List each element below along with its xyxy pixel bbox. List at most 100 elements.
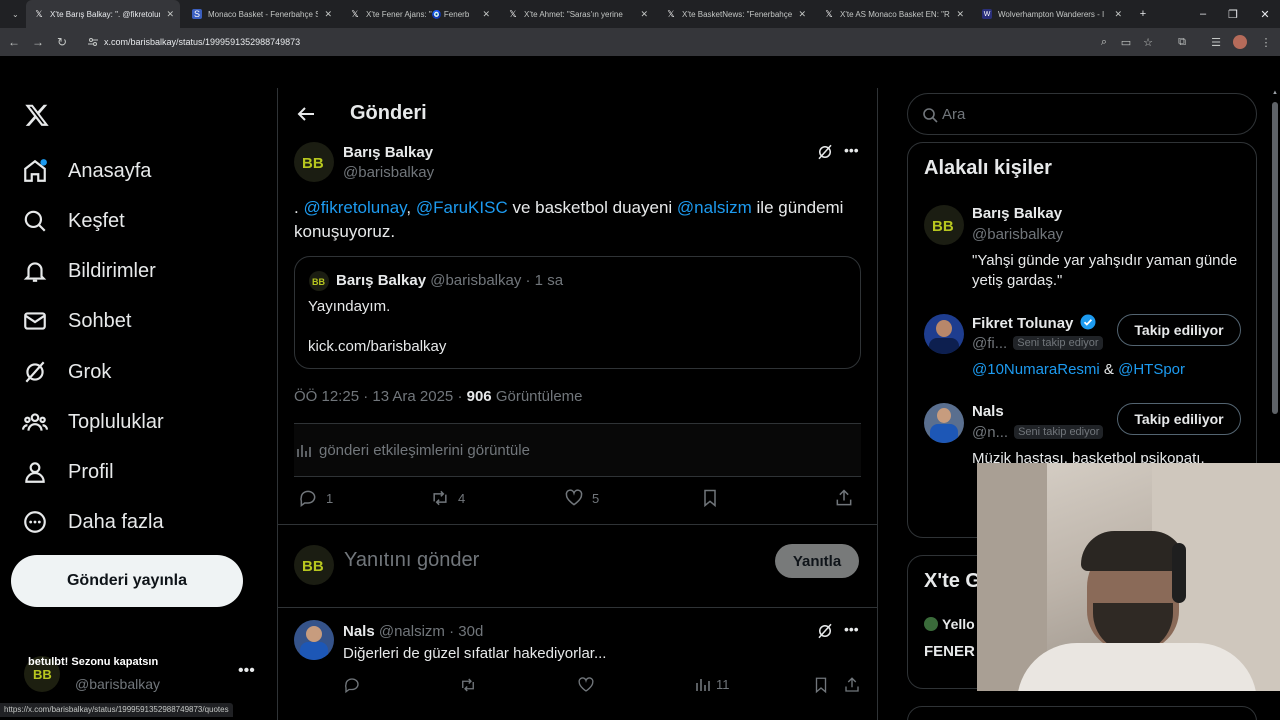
more-dots-icon[interactable]: ••• [844, 621, 859, 637]
bookmark-button[interactable] [700, 488, 728, 508]
browser-tab-5[interactable]: 𝕏 X'te BasketNews: "Fenerbahçe ✕ [658, 0, 812, 28]
tab-close-icon[interactable]: ✕ [798, 9, 806, 20]
browser-tab-6[interactable]: 𝕏 X'te AS Monaco Basket EN: "RE ✕ [816, 0, 970, 28]
person-name[interactable]: Nals [972, 403, 1004, 420]
more-dots-icon[interactable]: ••• [844, 142, 859, 158]
sidebar-item-home[interactable]: Anasayfa [22, 154, 151, 188]
share-icon[interactable] [843, 676, 861, 694]
author-handle[interactable]: @barisbalkay [343, 164, 434, 181]
person-name[interactable]: Fikret Tolunay [972, 314, 1096, 332]
back-arrow-icon[interactable]: ← [6, 34, 22, 50]
browser-tab-7[interactable]: W Wolverhampton Wanderers - I ✕ [974, 0, 1128, 28]
view-engagements-link[interactable]: gönderi etkileşimlerini görüntüle [294, 424, 861, 476]
tab-close-icon[interactable]: ✕ [956, 9, 964, 20]
panel-title: Alakalı kişiler [924, 157, 1052, 179]
reply-tweet[interactable]: Nals @nalsizm · 30d ••• Diğerleri de güz… [278, 608, 877, 720]
mention-link[interactable]: @fikretolunay [303, 198, 406, 217]
related-person[interactable]: Fikret Tolunay @fi... Seni takip ediyor T… [924, 314, 1244, 384]
tab-close-icon[interactable]: ✕ [324, 9, 332, 20]
browser-tab-4[interactable]: 𝕏 X'te Ahmet: "Saras'ın yerine ✕ [500, 0, 654, 28]
back-arrow-icon[interactable] [296, 104, 316, 124]
tab-close-icon[interactable]: ✕ [1114, 9, 1122, 20]
browser-menu-icon[interactable]: ⋮ [1258, 34, 1274, 50]
trend-item[interactable]: Yello [924, 616, 975, 632]
views-button[interactable]: 11 [695, 676, 730, 692]
tab-close-icon[interactable]: ✕ [640, 9, 648, 20]
reply-time[interactable]: · 30d [449, 623, 483, 640]
tab-close-icon[interactable]: ✕ [166, 9, 174, 20]
quoted-tweet[interactable]: BB Barış Balkay @barisbalkay · 1 sa Yayı… [294, 256, 861, 369]
minimize-icon[interactable]: – [1188, 0, 1218, 28]
mention-link[interactable]: @10NumaraResmi [972, 361, 1100, 378]
sidebar-item-explore[interactable]: Keşfet [22, 204, 125, 238]
scroll-up-icon[interactable]: ▲ [1272, 90, 1278, 96]
chevron-down-icon: ⌄ [12, 9, 19, 19]
tab-search-button[interactable]: ⌄ [4, 0, 22, 28]
scroll-thumb[interactable] [1272, 102, 1278, 414]
site-info-icon[interactable] [88, 37, 98, 47]
person-handle[interactable]: @barisbalkay [972, 226, 1063, 243]
more-dots-icon[interactable]: ••• [238, 662, 255, 680]
browser-tab-1[interactable]: 𝕏 X'te Barış Balkay: ". @fikretolunay ✕ [26, 0, 180, 28]
trend-item[interactable]: FENER [924, 643, 975, 660]
sidebar-item-notifications[interactable]: Bildirimler [22, 254, 156, 288]
person-name[interactable]: Barış Balkay [972, 205, 1062, 222]
reply-button[interactable]: 1 [298, 488, 333, 508]
cast-icon[interactable]: ▭ [1118, 34, 1134, 50]
tab-close-icon[interactable]: ✕ [482, 9, 490, 20]
reply-author-name[interactable]: Nals [343, 623, 375, 640]
grok-icon[interactable] [816, 143, 834, 161]
person-handle[interactable]: @n... [972, 424, 1008, 441]
tweet-text: . @fikretolunay, @FaruKISC ve basketbol … [294, 196, 864, 244]
post-button[interactable]: Gönderi yayınla [11, 555, 243, 607]
reply-author-handle[interactable]: @nalsizm [379, 623, 445, 640]
bb-logo-icon: BB [312, 277, 325, 287]
timestamp[interactable]: ÖÖ 12:25 · 13 Ara 2025 · [294, 388, 467, 405]
window-close-icon[interactable]: ✕ [1250, 0, 1280, 28]
author-avatar[interactable]: BB [294, 142, 334, 182]
reply-icon[interactable] [343, 676, 361, 694]
author-name[interactable]: Barış Balkay [343, 144, 433, 161]
repost-button[interactable]: 4 [430, 488, 465, 508]
maximize-icon[interactable]: ❐ [1218, 0, 1248, 28]
reply-submit-button[interactable]: Yanıtla [775, 544, 859, 578]
following-button[interactable]: Takip ediliyor [1117, 314, 1241, 346]
heart-icon[interactable] [577, 676, 595, 694]
grok-icon[interactable] [816, 622, 834, 640]
account-switcher[interactable]: BB betulbt! Sezonu kapatsın @barisbalkay… [22, 652, 262, 702]
search-input[interactable]: Ara [907, 93, 1257, 135]
mention-link[interactable]: @FaruKISC [416, 198, 508, 217]
tab-title: X'te Fener Ajans: "🧿 Fenerb [366, 9, 470, 19]
mention-link[interactable]: @nalsizm [677, 198, 752, 217]
reading-list-icon[interactable]: ☰ [1208, 34, 1224, 50]
bookmark-star-icon[interactable]: ☆ [1140, 34, 1156, 50]
sidebar-item-label: Topluluklar [68, 410, 164, 433]
profile-avatar-icon[interactable] [1232, 34, 1248, 50]
sidebar-item-messages[interactable]: Sohbet [22, 304, 131, 338]
share-button[interactable] [834, 488, 862, 508]
reply-input[interactable]: Yanıtını gönder [344, 549, 479, 572]
sidebar-item-more[interactable]: Daha fazla [22, 505, 164, 539]
forward-arrow-icon[interactable]: → [30, 34, 46, 50]
browser-tab-3[interactable]: 𝕏 X'te Fener Ajans: "🧿 Fenerb ✕ [342, 0, 496, 28]
browser-tab-bar: ⌄ 𝕏 X'te Barış Balkay: ". @fikretolunay … [0, 0, 1280, 28]
related-person[interactable]: BB Barış Balkay @barisbalkay "Yahşi günd… [924, 205, 1244, 295]
person-handle[interactable]: @fi... [972, 335, 1007, 352]
browser-tab-2[interactable]: S Monaco Basket - Fenerbahçe S ✕ [184, 0, 338, 28]
sidebar-item-grok[interactable]: Grok [22, 355, 111, 389]
new-tab-icon[interactable]: + [1128, 0, 1158, 28]
account-handle: @barisbalkay [75, 676, 161, 692]
sidebar-item-communities[interactable]: Topluluklar [22, 405, 164, 439]
following-button[interactable]: Takip ediliyor [1117, 403, 1241, 435]
bookmark-icon[interactable] [812, 676, 830, 694]
reload-icon[interactable]: ↻ [54, 34, 70, 50]
mention-link[interactable]: @HTSpor [1118, 361, 1185, 378]
x-logo-icon[interactable] [24, 102, 50, 128]
extensions-icon[interactable]: ⧉ [1174, 34, 1190, 50]
sidebar-item-profile[interactable]: Profil [22, 455, 114, 489]
like-button[interactable]: 5 [564, 488, 599, 508]
repost-icon[interactable] [459, 676, 477, 694]
zoom-icon[interactable]: ⌕ [1096, 34, 1112, 50]
url-field[interactable]: x.com/barisbalkay/status/199959135298874… [80, 32, 1260, 52]
reply-text: Diğerleri de güzel sıfatlar hakediyorlar… [343, 645, 607, 662]
